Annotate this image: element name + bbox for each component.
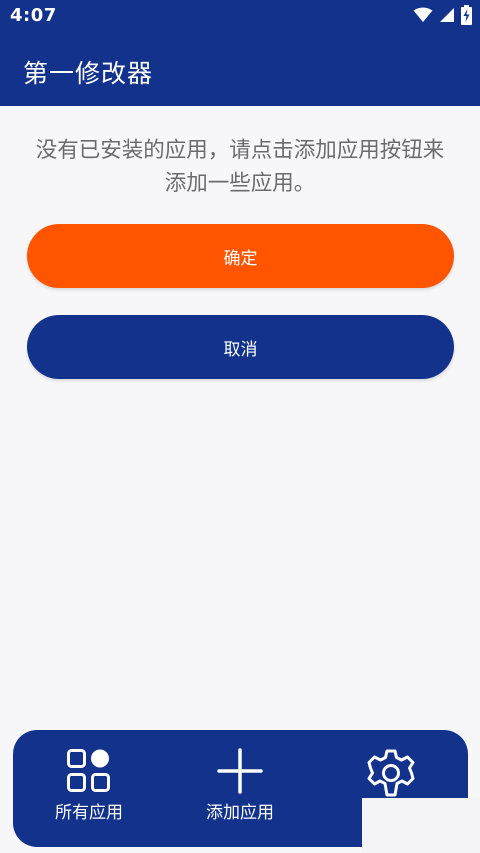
confirm-button-label: 确定 [223,248,258,269]
empty-state-message: 没有已安装的应用，请点击添加应用按钮来添加一些应用。 [35,138,445,196]
battery-charging-icon [461,5,472,29]
nav-item-add-app[interactable]: 添加应用 [170,748,310,840]
wifi-icon [413,7,433,27]
status-bar: 4:07 [0,0,480,34]
status-time: 4:07 [10,5,57,26]
overlay-patch [362,798,480,853]
page-title: 第一修改器 [23,59,154,88]
status-icons [413,5,472,29]
cancel-button[interactable]: 取消 [27,315,454,379]
grid-apps-icon [66,748,112,794]
signal-icon [439,7,455,27]
nav-label-all-apps: 所有应用 [55,803,123,823]
nav-item-all-apps[interactable]: 所有应用 [19,748,159,840]
confirm-button[interactable]: 确定 [27,224,454,288]
cancel-button-label: 取消 [223,339,258,360]
app-header: 4:07 第一修改器 [0,0,480,106]
plus-icon [217,748,263,794]
nav-label-add-app: 添加应用 [206,803,274,823]
gear-icon [366,748,416,798]
